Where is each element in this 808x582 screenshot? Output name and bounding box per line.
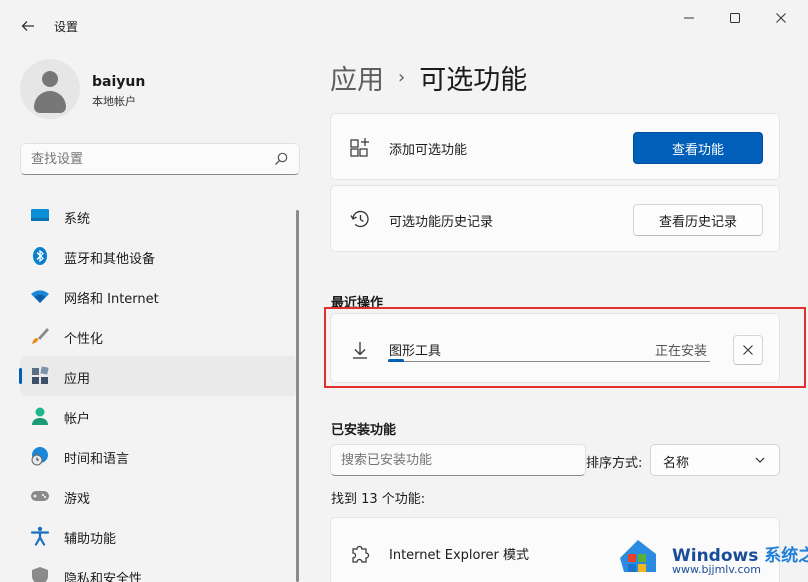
- sidebar-item-label: 时间和语言: [64, 452, 130, 467]
- sidebar-item-label: 帐户: [64, 412, 91, 427]
- sidebar-item-label: 网络和 Internet: [64, 292, 159, 307]
- add-feature-label: 添加可选功能: [389, 143, 468, 158]
- breadcrumb-parent[interactable]: 应用: [330, 58, 384, 97]
- watermark-url: www.bjjmlv.com: [672, 563, 761, 576]
- installed-search-input[interactable]: [341, 451, 571, 469]
- user-name: baiyun: [92, 74, 146, 90]
- installed-section-title: 已安装功能: [331, 423, 397, 438]
- shield-icon: [32, 567, 48, 582]
- sort-label: 排序方式:: [586, 456, 643, 471]
- sidebar-item-accounts[interactable]: 帐户: [20, 396, 296, 436]
- breadcrumb: 应用 › 可选功能: [330, 58, 527, 97]
- sidebar-nav: 系统 蓝牙和其他设备 网络和 Internet 个性化 应用 帐户 时间和语言 …: [19, 196, 296, 582]
- sidebar-item-label: 游戏: [64, 492, 91, 507]
- maximize-button[interactable]: [712, 0, 758, 36]
- sidebar-item-privacy[interactable]: 隐私和安全性: [20, 556, 296, 582]
- sort-value: 名称: [663, 456, 690, 471]
- minimize-icon: [684, 17, 694, 19]
- installed-search[interactable]: [330, 444, 586, 476]
- sidebar-item-label: 蓝牙和其他设备: [64, 252, 156, 267]
- app-title: 设置: [54, 20, 79, 34]
- sidebar-item-personalization[interactable]: 个性化: [20, 316, 296, 356]
- watermark-brand-suffix: 系统之家: [764, 546, 808, 566]
- installed-feature-name: Internet Explorer 模式: [389, 548, 530, 563]
- chevron-down-icon: [755, 457, 765, 463]
- avatar[interactable]: [20, 59, 80, 119]
- puzzle-icon: [352, 545, 370, 563]
- sort-dropdown[interactable]: 名称: [650, 444, 780, 476]
- feature-history-card: 可选功能历史记录 查看历史记录: [330, 185, 780, 252]
- history-label: 可选功能历史记录: [389, 215, 494, 230]
- minimize-button[interactable]: [666, 0, 712, 36]
- sidebar-item-label: 应用: [64, 372, 91, 387]
- close-icon: [776, 13, 786, 23]
- back-arrow-icon: [21, 21, 34, 31]
- gamepad-icon: [31, 491, 49, 501]
- close-button[interactable]: [758, 0, 804, 36]
- sidebar-item-label: 隐私和安全性: [64, 572, 143, 582]
- avatar-body: [34, 91, 66, 113]
- breadcrumb-separator: ›: [398, 67, 406, 88]
- sidebar-item-network[interactable]: 网络和 Internet: [20, 276, 296, 316]
- sidebar-item-label: 辅助功能: [64, 532, 117, 547]
- globe-clock-icon: [31, 447, 48, 466]
- title-bar: 设置: [0, 0, 808, 52]
- found-count: 找到 13 个功能:: [331, 492, 426, 507]
- settings-search[interactable]: [20, 143, 300, 175]
- sidebar-item-system[interactable]: 系统: [20, 196, 296, 236]
- sidebar-item-accessibility[interactable]: 辅助功能: [20, 516, 296, 556]
- account-type: 本地帐户: [92, 95, 136, 108]
- account-icon: [32, 407, 48, 425]
- search-icon: [275, 152, 288, 165]
- search-input[interactable]: [31, 150, 261, 168]
- maximize-icon: [730, 13, 740, 23]
- brush-icon: [32, 328, 49, 344]
- add-feature-card: 添加可选功能 查看功能: [330, 113, 780, 180]
- sidebar-item-label: 系统: [64, 212, 91, 227]
- windows-logo-icon: [620, 540, 656, 572]
- sidebar-scrollbar[interactable]: [296, 210, 299, 582]
- active-indicator: [19, 368, 22, 384]
- add-feature-icon: [350, 138, 369, 157]
- bluetooth-icon: [33, 247, 47, 265]
- monitor-icon: [31, 209, 49, 221]
- page-title: 可选功能: [419, 65, 528, 96]
- sidebar-item-label: 个性化: [64, 332, 104, 347]
- history-icon: [350, 210, 369, 228]
- view-history-button[interactable]: 查看历史记录: [633, 204, 763, 236]
- sidebar-item-gaming[interactable]: 游戏: [20, 476, 296, 516]
- view-features-button[interactable]: 查看功能: [633, 132, 763, 164]
- back-button[interactable]: [14, 12, 42, 40]
- apps-icon: [32, 366, 49, 384]
- sidebar-item-apps[interactable]: 应用: [19, 356, 296, 396]
- sidebar-item-time-language[interactable]: 时间和语言: [20, 436, 296, 476]
- wifi-icon: [31, 290, 49, 303]
- avatar-head: [42, 71, 58, 87]
- accessibility-icon: [30, 526, 50, 546]
- highlight-box: [324, 307, 806, 388]
- sidebar-item-bluetooth[interactable]: 蓝牙和其他设备: [20, 236, 296, 276]
